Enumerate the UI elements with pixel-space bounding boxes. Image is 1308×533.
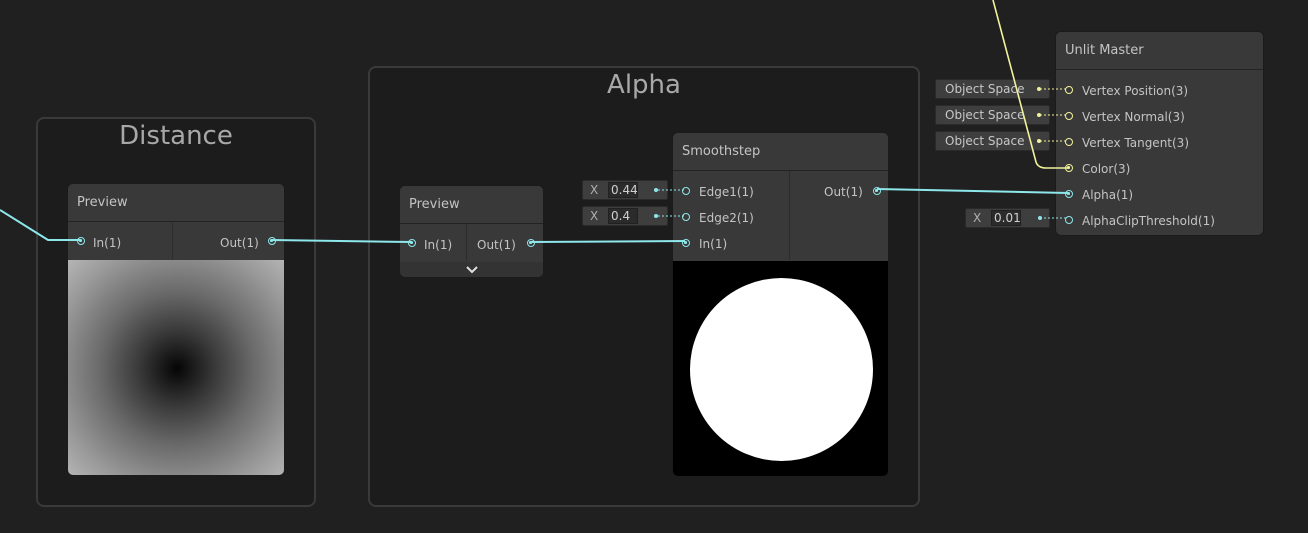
output-port-label: Out(1): [824, 185, 863, 199]
edge2-value-input[interactable]: 0.4: [608, 208, 638, 224]
edge2-field[interactable]: X 0.4: [582, 206, 668, 226]
node-title: Preview: [400, 186, 543, 224]
shader-graph-canvas[interactable]: Distance Alpha Preview In(1) Out(1) Prev…: [0, 0, 1308, 533]
space-label: Object Space: [945, 108, 1025, 122]
axis-label: X: [973, 211, 982, 225]
color-port-icon[interactable]: [1065, 164, 1073, 172]
group-title: Distance: [119, 121, 233, 151]
edge1-port-icon[interactable]: [682, 187, 690, 195]
alpha-clip-value-input[interactable]: 0.01: [991, 210, 1021, 226]
alpha-clip-port-icon[interactable]: [1065, 216, 1073, 224]
port-divider: [172, 222, 173, 259]
expand-bar[interactable]: [400, 262, 544, 278]
axis-label: X: [590, 209, 599, 223]
alpha-clip-field[interactable]: X 0.01: [965, 208, 1050, 228]
input-port-label: In(1): [93, 236, 122, 250]
vertex-tangent-space-field[interactable]: Object Space: [935, 131, 1050, 151]
edge1-port-label: Edge1(1): [699, 185, 754, 199]
preview-circle: [690, 278, 873, 461]
alpha-port-icon[interactable]: [1065, 190, 1073, 198]
axis-label: X: [590, 183, 599, 197]
vertex-position-port-label: Vertex Position(3): [1082, 84, 1189, 98]
node-unlit-master[interactable]: Unlit Master Vertex Position(3) Vertex N…: [1055, 31, 1264, 236]
vertex-tangent-port-label: Vertex Tangent(3): [1082, 136, 1189, 150]
color-port-label: Color(3): [1082, 162, 1131, 176]
group-title: Alpha: [607, 70, 681, 100]
output-port-label: Out(1): [477, 238, 516, 252]
vertex-normal-space-field[interactable]: Object Space: [935, 105, 1050, 125]
edge1-field[interactable]: X 0.44: [582, 180, 668, 200]
input-port-icon[interactable]: [77, 237, 85, 245]
output-port-label: Out(1): [220, 236, 259, 250]
output-port-icon[interactable]: [268, 237, 276, 245]
node-title: Preview: [68, 184, 284, 222]
space-label: Object Space: [945, 134, 1025, 148]
output-port-icon[interactable]: [873, 187, 881, 195]
alpha-port-label: Alpha(1): [1082, 188, 1134, 202]
in-port-icon[interactable]: [682, 239, 690, 247]
alpha-clip-port-label: AlphaClipThreshold(1): [1082, 214, 1215, 228]
node-smoothstep[interactable]: Smoothstep Edge1(1) Edge2(1) In(1) Out(1…: [672, 132, 889, 477]
distance-preview-image: [68, 260, 284, 475]
output-port-icon[interactable]: [527, 239, 535, 247]
input-port-icon[interactable]: [408, 239, 416, 247]
node-distance-preview[interactable]: Preview In(1) Out(1): [67, 183, 285, 476]
node-title: Smoothstep: [673, 133, 888, 171]
vertex-position-port-icon[interactable]: [1065, 86, 1073, 94]
vertex-position-space-field[interactable]: Object Space: [935, 79, 1050, 99]
port-divider: [466, 224, 467, 261]
node-alpha-preview[interactable]: Preview In(1) Out(1): [399, 185, 544, 278]
vertex-normal-port-icon[interactable]: [1065, 112, 1073, 120]
edge1-value-input[interactable]: 0.44: [608, 182, 638, 198]
input-port-label: In(1): [424, 238, 453, 252]
edge2-port-label: Edge2(1): [699, 211, 754, 225]
vertex-normal-port-label: Vertex Normal(3): [1082, 110, 1185, 124]
node-title: Unlit Master: [1056, 32, 1263, 70]
vertex-tangent-port-icon[interactable]: [1065, 138, 1073, 146]
chevron-down-icon[interactable]: [400, 262, 544, 278]
space-label: Object Space: [945, 82, 1025, 96]
smoothstep-preview-image: [673, 261, 888, 476]
port-divider: [789, 171, 790, 260]
in-port-label: In(1): [699, 237, 728, 251]
edge2-port-icon[interactable]: [682, 213, 690, 221]
